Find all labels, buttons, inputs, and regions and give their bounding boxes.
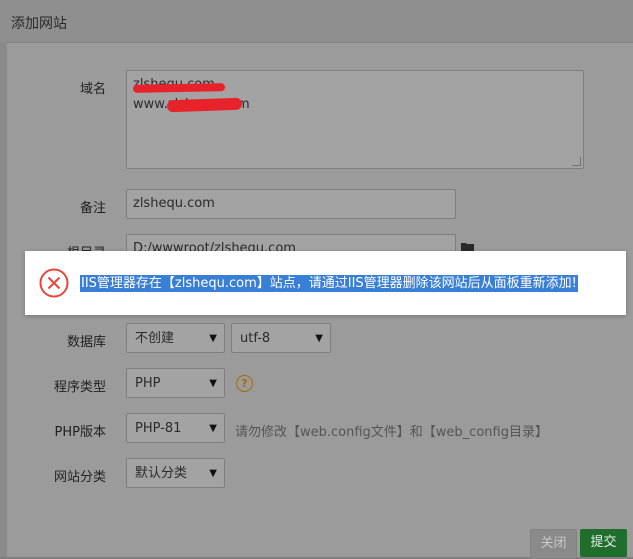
redaction-mark	[132, 83, 226, 93]
toast-message: IIS管理器存在【zlshequ.com】站点，请通过IIS管理器删除该网站后从…	[80, 275, 578, 292]
error-toast: IIS管理器存在【zlshequ.com】站点，请通过IIS管理器删除该网站后从…	[25, 251, 626, 315]
program-type-label: 程序类型	[53, 380, 106, 395]
submit-button[interactable]: 提交	[580, 529, 627, 557]
charset-value: utf-8	[240, 331, 271, 346]
category-value: 默认分类	[135, 466, 188, 481]
help-icon[interactable]: ?	[236, 375, 253, 392]
chevron-down-icon: ▼	[315, 333, 323, 344]
chevron-down-icon: ▼	[209, 333, 217, 344]
category-label: 网站分类	[53, 470, 106, 485]
php-version-hint: 请勿修改【web.config文件】和【web_config目录】	[235, 425, 548, 440]
note-label: 备注	[79, 201, 106, 216]
resize-grip-icon[interactable]	[572, 157, 581, 166]
php-version-value: PHP-81	[135, 421, 182, 436]
close-button[interactable]: 关闭	[530, 529, 577, 559]
note-input[interactable]: zlshequ.com	[126, 189, 456, 219]
charset-select[interactable]: utf-8 ▼	[231, 323, 331, 353]
dialog-title: 添加网站	[11, 16, 67, 32]
category-select[interactable]: 默认分类 ▼	[126, 458, 225, 488]
program-type-value: PHP	[135, 376, 161, 391]
error-circle-icon	[39, 268, 69, 298]
php-version-label: PHP版本	[54, 425, 106, 440]
note-value: zlshequ.com	[133, 196, 215, 211]
dialog-header: 添加网站	[0, 0, 633, 43]
domain-label: 域名	[79, 82, 106, 97]
program-type-select[interactable]: PHP ▼	[126, 368, 225, 398]
database-select[interactable]: 不创建 ▼	[126, 323, 225, 353]
database-value: 不创建	[135, 331, 175, 346]
chevron-down-icon: ▼	[209, 378, 217, 389]
database-label: 数据库	[66, 335, 106, 350]
php-version-select[interactable]: PHP-81 ▼	[126, 413, 225, 443]
chevron-down-icon: ▼	[209, 468, 217, 479]
chevron-down-icon: ▼	[209, 423, 217, 434]
